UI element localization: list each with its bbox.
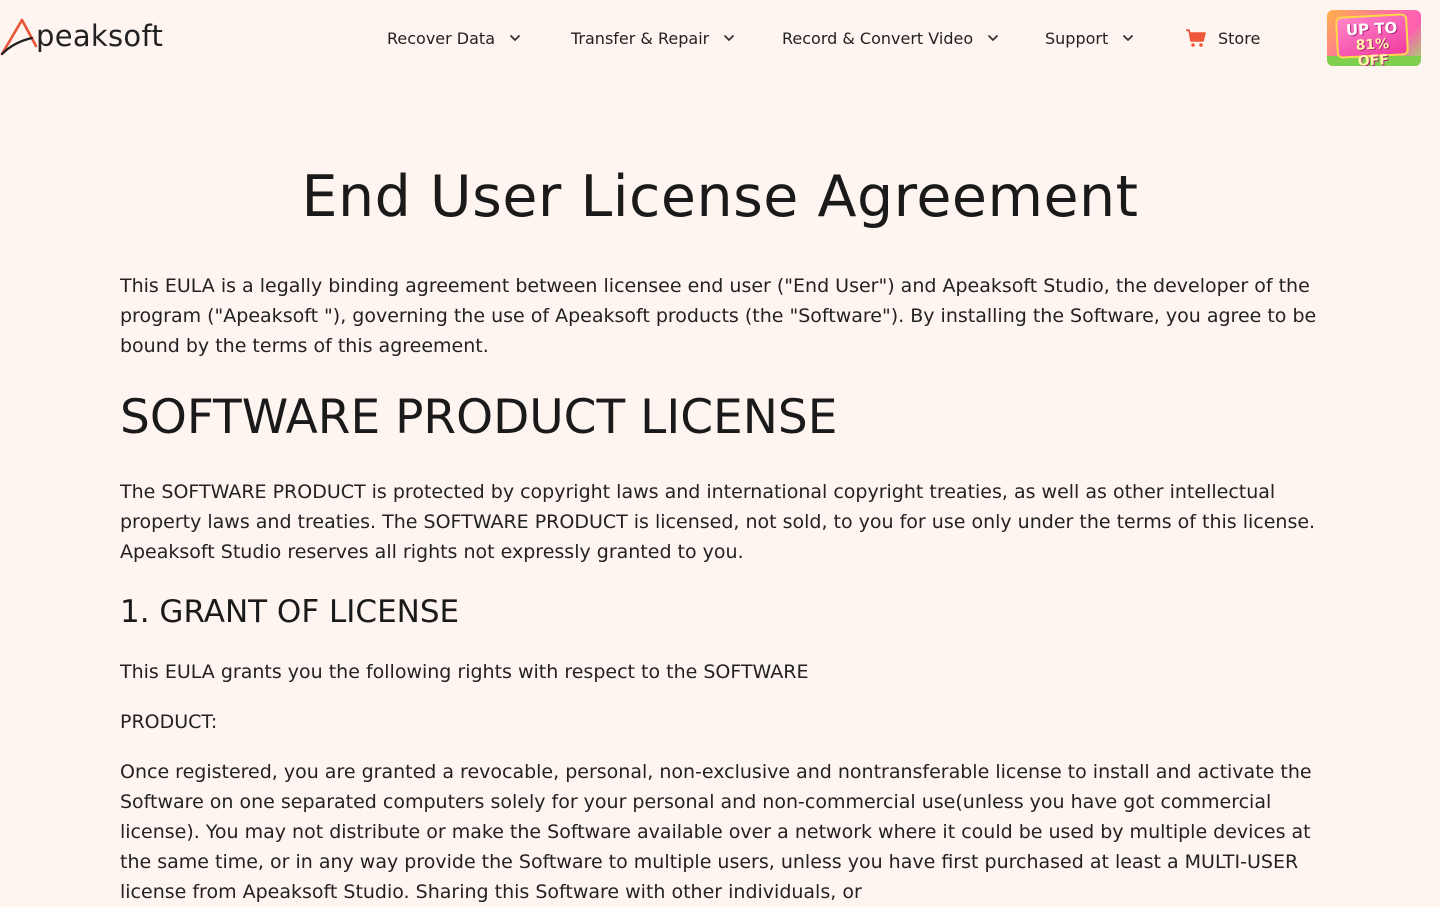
nav-label: Record & Convert Video: [782, 28, 974, 48]
intro-paragraph: This EULA is a legally binding agreement…: [120, 275, 1317, 357]
logo-text: peaksoft: [36, 18, 164, 53]
chevron-down-icon: [724, 35, 735, 41]
grant-heading: 1. GRANT OF LICENSE: [120, 594, 460, 630]
apeaksoft-logo[interactable]: peaksoft: [0, 14, 163, 58]
nav-label: Transfer & Repair: [571, 28, 710, 48]
grant-paragraph: Once registered, you are granted a revoc…: [120, 761, 1312, 903]
nav-recover-data[interactable]: Recover Data: [387, 25, 521, 51]
promo-banner[interactable]: UP TO 81% OFF: [1327, 10, 1421, 66]
chevron-down-icon: [510, 35, 520, 41]
nav-transfer-repair[interactable]: Transfer & Repair: [571, 25, 735, 51]
site-header: peaksoft Recover Data Transfer & Repair …: [0, 0, 1440, 76]
nav-support[interactable]: Support: [1045, 25, 1134, 51]
promo-badge: UP TO 81% OFF: [1334, 13, 1410, 66]
nav-record-convert-video[interactable]: Record & Convert Video: [782, 25, 999, 51]
store-label: Store: [1218, 28, 1261, 48]
nav-label: Recover Data: [387, 28, 496, 48]
page-title: End User License Agreement: [301, 164, 1139, 230]
nav-label: Support: [1045, 28, 1109, 48]
chevron-down-icon: [988, 35, 999, 41]
logo-mark-icon: [0, 18, 38, 56]
grant-line-1: This EULA grants you the following right…: [120, 661, 809, 683]
section-paragraph: The SOFTWARE PRODUCT is protected by cop…: [120, 481, 1316, 563]
promo-line-2: 81% OFF: [1355, 36, 1390, 66]
section-heading: SOFTWARE PRODUCT LICENSE: [120, 390, 838, 445]
grant-line-2: PRODUCT:: [120, 711, 218, 733]
chevron-down-icon: [1123, 35, 1134, 41]
nav-store[interactable]: Store: [1185, 25, 1260, 51]
cart-icon: [1186, 29, 1206, 47]
